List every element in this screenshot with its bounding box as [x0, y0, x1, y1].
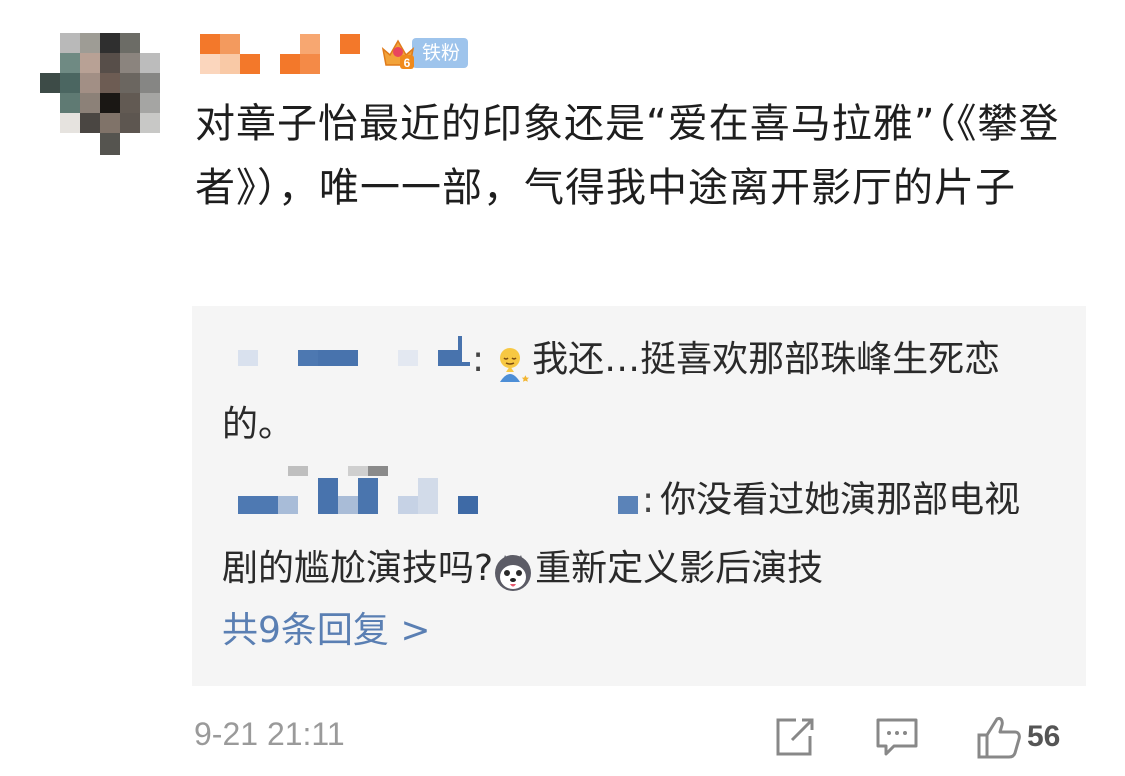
like-button[interactable]: 56 [975, 712, 1060, 762]
reply-separator: : [642, 479, 655, 521]
comment-text: 对章子怡最近的印象还是“爱在喜马拉雅”（《攀登者》），唯一一部，气得我中途离开影… [195, 101, 1060, 211]
username[interactable]: 6 铁粉 [200, 32, 480, 76]
replies-panel[interactable]: : 我还…挺喜欢那部珠峰生死恋的。: 你没看过她演那部电视剧的尴尬演技吗? 重… [192, 306, 1086, 686]
crown-icon: 6 [380, 35, 416, 71]
reply-text: 重新定义影后演技 [535, 548, 824, 589]
badge-level: 6 [404, 56, 411, 70]
reply-separator: : [472, 339, 485, 380]
reply-username[interactable] [222, 466, 642, 537]
share-button[interactable] [772, 712, 818, 762]
reply-item[interactable]: : 我还…挺喜欢那部珠峰生死恋的。 [222, 328, 1052, 457]
reply-username[interactable] [222, 329, 472, 393]
husky-emoji-icon [493, 550, 533, 591]
fan-badge[interactable]: 6 铁粉 [380, 35, 469, 71]
like-count: 56 [1027, 720, 1061, 753]
praying-emoji-icon [490, 341, 530, 382]
more-replies-link[interactable]: 共9条回复 > [222, 606, 431, 656]
share-icon [772, 714, 818, 760]
fan-badge-label: 铁粉 [412, 38, 469, 68]
timestamp: 9-21 21:11 [194, 716, 345, 752]
reply-item[interactable]: : 你没看过她演那部电视剧的尴尬演技吗? 重新定义影后演技 [222, 466, 1052, 601]
thumbs-up-icon [975, 713, 1023, 761]
comment-button[interactable] [874, 712, 920, 762]
avatar[interactable] [40, 33, 160, 158]
comment-icon [874, 714, 920, 760]
